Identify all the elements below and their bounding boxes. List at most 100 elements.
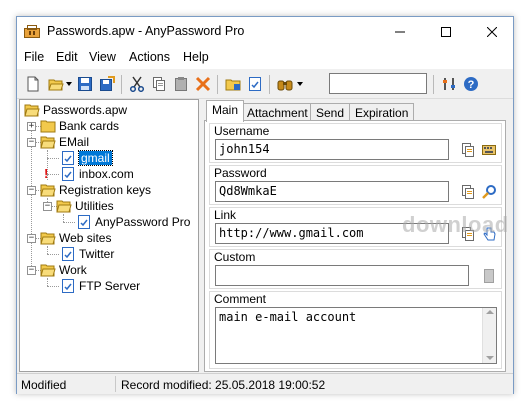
- collapse-email[interactable]: −: [27, 138, 36, 147]
- scissors-icon: [129, 76, 145, 92]
- tab-expiration[interactable]: Expiration: [349, 103, 415, 121]
- menu-bar: File Edit View Actions Help: [17, 47, 513, 69]
- menu-help[interactable]: Help: [183, 50, 209, 64]
- custom-field[interactable]: [215, 265, 469, 286]
- toolbar-separator: [121, 75, 122, 94]
- scroll-up-icon[interactable]: [485, 310, 494, 314]
- folder-tree[interactable]: + − − − − − Passwords.apw Bank cards EMa…: [19, 99, 199, 372]
- record-icon: [78, 215, 90, 229]
- find-dropdown-arrow[interactable]: [297, 82, 303, 86]
- save-as-icon: [100, 76, 115, 91]
- copy-icon[interactable]: [460, 184, 476, 200]
- add-record-button[interactable]: [245, 74, 265, 94]
- help-button[interactable]: ?: [461, 74, 481, 94]
- copy-disabled-icon[interactable]: [481, 268, 497, 284]
- record-icon: [62, 151, 74, 165]
- menu-actions[interactable]: Actions: [129, 50, 170, 64]
- status-separator: [115, 376, 116, 392]
- tree-label: inbox.com: [79, 167, 134, 181]
- app-window: Passwords.apw - AnyPassword Pro File Edi…: [16, 16, 514, 394]
- delete-x-icon: [195, 76, 211, 92]
- open-folder-icon: [40, 232, 56, 245]
- tree-label: Work: [59, 263, 87, 277]
- tree-item-email[interactable]: EMail: [40, 134, 89, 150]
- minimize-button[interactable]: [377, 17, 423, 47]
- tree-item-work[interactable]: Work: [40, 262, 87, 278]
- maximize-button[interactable]: [423, 17, 469, 47]
- comment-group: Comment main e-mail account: [209, 291, 502, 369]
- tree-item-anypassword[interactable]: AnyPassword Pro: [76, 214, 190, 230]
- record-icon: [62, 279, 74, 293]
- find-button[interactable]: [275, 74, 295, 94]
- collapse-utilities[interactable]: −: [43, 202, 52, 211]
- tree-item-inbox[interactable]: ! inbox.com: [44, 166, 134, 182]
- new-file-button[interactable]: [23, 74, 43, 94]
- tree-label: Passwords.apw: [43, 103, 128, 117]
- options-button[interactable]: [439, 74, 459, 94]
- open-link-hand-icon[interactable]: [481, 226, 497, 242]
- menu-edit[interactable]: Edit: [56, 50, 78, 64]
- link-label: Link: [214, 208, 237, 222]
- tab-attachment[interactable]: Attachment: [241, 103, 314, 121]
- scroll-down-icon[interactable]: [486, 356, 494, 360]
- copy-icon[interactable]: [460, 142, 476, 158]
- save-button[interactable]: [75, 74, 95, 94]
- menu-view[interactable]: View: [89, 50, 116, 64]
- comment-scrollbar[interactable]: [482, 308, 496, 363]
- record-icon: [62, 167, 74, 181]
- tab-main[interactable]: Main: [206, 100, 245, 122]
- autotype-icon[interactable]: [481, 142, 497, 158]
- copy-button[interactable]: [149, 74, 169, 94]
- username-label: Username: [214, 124, 270, 138]
- svg-text:?: ?: [468, 79, 475, 91]
- tree-item-web-sites[interactable]: Web sites: [40, 230, 111, 246]
- tab-send[interactable]: Send: [310, 103, 351, 121]
- password-group: Password Qd8WmkaE: [209, 165, 502, 205]
- open-folder-icon: [40, 136, 56, 149]
- open-button[interactable]: [46, 74, 66, 94]
- open-dropdown-arrow[interactable]: [66, 82, 72, 86]
- comment-textarea[interactable]: main e-mail account: [215, 307, 497, 364]
- collapse-work[interactable]: −: [27, 266, 36, 275]
- tree-item-registration-keys[interactable]: Registration keys: [40, 182, 151, 198]
- comment-label: Comment: [214, 292, 267, 306]
- expand-bank-cards[interactable]: +: [27, 122, 36, 131]
- tree-label-selected: gmail: [78, 150, 113, 166]
- binoculars-icon: [277, 80, 293, 91]
- tree-item-bank-cards[interactable]: Bank cards: [40, 118, 119, 134]
- title-bar: Passwords.apw - AnyPassword Pro: [17, 17, 513, 47]
- tree-item-twitter[interactable]: Twitter: [60, 246, 114, 262]
- custom-label: Custom: [214, 250, 256, 264]
- warning-exclamation-icon: !: [44, 166, 49, 181]
- tree-label: Utilities: [75, 199, 114, 213]
- password-field[interactable]: Qd8WmkaE: [215, 181, 449, 202]
- close-icon: [487, 27, 497, 37]
- toolbar-separator: [433, 75, 434, 94]
- copy-icon: [153, 77, 165, 91]
- close-button[interactable]: [469, 17, 515, 47]
- tree-root[interactable]: Passwords.apw: [24, 102, 127, 118]
- tree-item-utilities[interactable]: Utilities: [56, 198, 114, 214]
- link-field[interactable]: http://www.gmail.com: [215, 223, 449, 244]
- cut-button[interactable]: [127, 74, 147, 94]
- maximize-icon: [441, 27, 451, 37]
- collapse-web-sites[interactable]: −: [27, 234, 36, 243]
- tree-label: FTP Server: [79, 279, 141, 293]
- username-group: Username john154: [209, 123, 502, 163]
- status-state: Modified: [21, 378, 67, 392]
- save-as-button[interactable]: [97, 74, 117, 94]
- delete-button[interactable]: [193, 74, 213, 94]
- tree-item-ftp-server[interactable]: FTP Server: [60, 278, 140, 294]
- search-input[interactable]: [329, 73, 427, 94]
- generate-password-icon[interactable]: [481, 184, 497, 200]
- username-field[interactable]: john154: [215, 139, 449, 160]
- copy-icon[interactable]: [460, 226, 476, 242]
- toolbar: ?: [17, 69, 513, 99]
- collapse-registration-keys[interactable]: −: [27, 186, 36, 195]
- open-folder-icon: [48, 79, 64, 91]
- tree-label: AnyPassword Pro: [95, 215, 191, 229]
- paste-button[interactable]: [171, 74, 191, 94]
- add-folder-button[interactable]: [223, 74, 243, 94]
- menu-file[interactable]: File: [24, 50, 44, 64]
- tree-item-gmail[interactable]: gmail: [60, 150, 113, 166]
